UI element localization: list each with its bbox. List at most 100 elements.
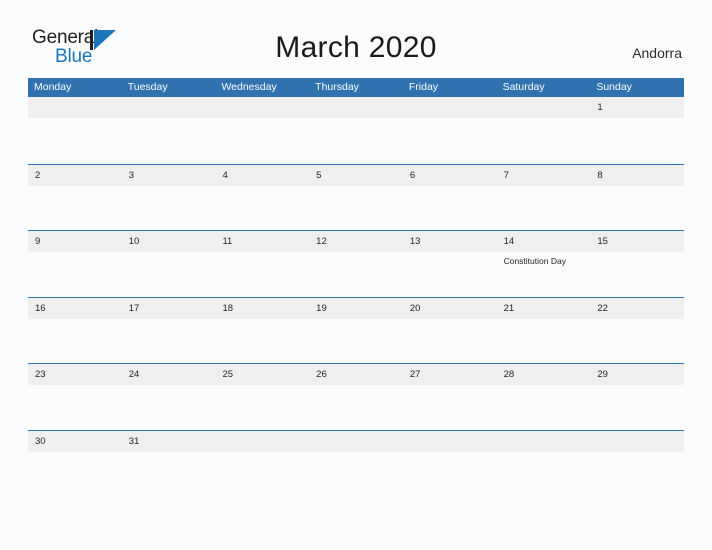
day-number — [222, 431, 309, 452]
day-number: 28 — [503, 369, 515, 380]
calendar-day-cell[interactable]: 10 — [122, 231, 216, 297]
calendar-day-cell[interactable]: 25 — [215, 364, 309, 430]
weekday-header-sunday: Sunday — [596, 81, 632, 93]
day-number — [597, 431, 684, 452]
day-number: 27 — [409, 369, 421, 380]
calendar-day-cell-empty — [215, 431, 309, 497]
page-header: General Blue March 2020 Andorra — [0, 0, 712, 78]
calendar-week-row: 1 — [28, 97, 684, 164]
calendar-day-cell[interactable]: 26 — [309, 364, 403, 430]
calendar-day-cell[interactable]: 12 — [309, 231, 403, 297]
day-number: 11 — [222, 236, 233, 247]
calendar-day-cell[interactable]: 5 — [309, 165, 403, 231]
calendar-week-row: 2 3 4 5 6 7 8 — [28, 163, 684, 231]
weekday-header-row: Monday Tuesday Wednesday Thursday Friday… — [28, 78, 684, 97]
calendar-day-cell-empty — [497, 97, 591, 164]
weekday-header-wednesday: Wednesday — [221, 81, 277, 93]
calendar-day-cell[interactable]: 27 — [403, 364, 497, 430]
calendar-day-cell[interactable]: 9 — [28, 231, 122, 297]
day-number: 20 — [409, 302, 421, 314]
day-number: 18 — [222, 302, 234, 314]
day-number: 13 — [409, 236, 421, 247]
calendar-day-cell[interactable]: 1 — [590, 97, 684, 164]
calendar-day-cell-empty — [497, 431, 591, 497]
calendar-day-cell[interactable]: 8 — [590, 165, 684, 231]
calendar-day-cell-empty — [590, 431, 684, 497]
calendar-day-cell[interactable]: 11 — [215, 231, 309, 297]
calendar-day-cell-empty — [309, 97, 403, 164]
day-number: 8 — [597, 169, 603, 181]
calendar-page: General Blue March 2020 Andorra Monday T… — [0, 0, 712, 550]
calendar-day-cell[interactable]: 21 — [497, 298, 591, 364]
weekday-header-tuesday: Tuesday — [127, 81, 168, 93]
day-number: 25 — [222, 369, 234, 380]
week-cells: 16 17 18 19 20 21 22 — [28, 298, 684, 364]
page-title: March 2020 — [275, 31, 437, 64]
calendar-day-cell-empty — [28, 97, 122, 164]
calendar-day-cell[interactable]: 22 — [590, 298, 684, 364]
calendar-day-cell[interactable]: 2 — [28, 165, 122, 231]
calendar-day-cell[interactable]: 31 — [122, 431, 216, 497]
week-cells: 2 3 4 5 6 7 8 — [28, 165, 684, 231]
day-number — [222, 97, 309, 118]
day-number: 31 — [128, 435, 140, 447]
weekday-header-monday: Monday — [34, 81, 72, 93]
day-number: 15 — [597, 236, 608, 247]
calendar-day-cell[interactable]: 17 — [122, 298, 216, 364]
day-number: 14 — [503, 236, 515, 247]
calendar-day-cell[interactable]: 15 — [590, 231, 684, 297]
day-number: 3 — [128, 169, 135, 181]
calendar-week-row: 30 31 — [28, 429, 684, 497]
calendar-day-cell[interactable]: 20 — [403, 298, 497, 364]
day-number — [504, 431, 591, 452]
day-number: 1 — [597, 102, 603, 113]
calendar-day-cell[interactable]: 18 — [215, 298, 309, 364]
day-number: 30 — [35, 435, 46, 447]
week-cells: 1 — [28, 97, 684, 164]
day-number: 24 — [128, 369, 140, 380]
day-number — [504, 97, 591, 118]
day-events: Constitution Day — [504, 252, 591, 267]
day-number — [316, 431, 403, 452]
calendar-day-cell[interactable]: 3 — [122, 165, 216, 231]
calendar-grid: Monday Tuesday Wednesday Thursday Friday… — [28, 78, 684, 496]
day-number: 21 — [503, 302, 515, 314]
calendar-day-cell[interactable]: 23 — [28, 364, 122, 430]
calendar-day-cell-empty — [215, 97, 309, 164]
calendar-day-cell[interactable]: 28 — [497, 364, 591, 430]
day-number — [410, 97, 497, 118]
calendar-day-cell[interactable]: 24 — [122, 364, 216, 430]
calendar-day-cell[interactable]: 6 — [403, 165, 497, 231]
calendar-day-cell[interactable]: 19 — [309, 298, 403, 364]
calendar-day-cell-empty — [309, 431, 403, 497]
calendar-day-cell[interactable]: 7 — [497, 165, 591, 231]
calendar-day-cell[interactable]: 13 — [403, 231, 497, 297]
calendar-week-row: 16 17 18 19 20 21 22 — [28, 296, 684, 364]
calendar-day-cell[interactable]: 16 — [28, 298, 122, 364]
week-cells: 30 31 — [28, 431, 684, 497]
calendar-weeks: 1 2 3 4 5 6 7 8 9 10 11 12 13 14 Constitution Day 15 16 1… — [28, 97, 684, 496]
day-number: 23 — [35, 369, 46, 380]
day-number: 12 — [316, 236, 327, 247]
calendar-week-row: 23 24 25 26 27 28 29 — [28, 363, 684, 430]
calendar-day-cell[interactable]: 14 Constitution Day — [497, 231, 591, 297]
day-number: 10 — [128, 236, 140, 247]
day-number: 9 — [35, 236, 41, 247]
calendar-day-cell[interactable]: 4 — [215, 165, 309, 231]
weekday-header-thursday: Thursday — [315, 81, 359, 93]
holiday-label: Constitution Day — [503, 256, 566, 266]
day-number: 6 — [409, 169, 416, 181]
calendar-day-cell[interactable]: 29 — [590, 364, 684, 430]
calendar-week-row: 9 10 11 12 13 14 Constitution Day 15 — [28, 230, 684, 297]
day-number — [410, 431, 497, 452]
day-number: 4 — [222, 169, 228, 181]
calendar-day-cell-empty — [403, 431, 497, 497]
week-cells: 9 10 11 12 13 14 Constitution Day 15 — [28, 231, 684, 297]
day-number: 17 — [128, 302, 140, 314]
day-number: 7 — [503, 169, 509, 181]
day-number: 22 — [597, 302, 608, 314]
day-number: 26 — [316, 369, 327, 380]
day-number: 16 — [35, 302, 46, 314]
calendar-day-cell[interactable]: 30 — [28, 431, 122, 497]
weekday-header-friday: Friday — [408, 81, 439, 93]
